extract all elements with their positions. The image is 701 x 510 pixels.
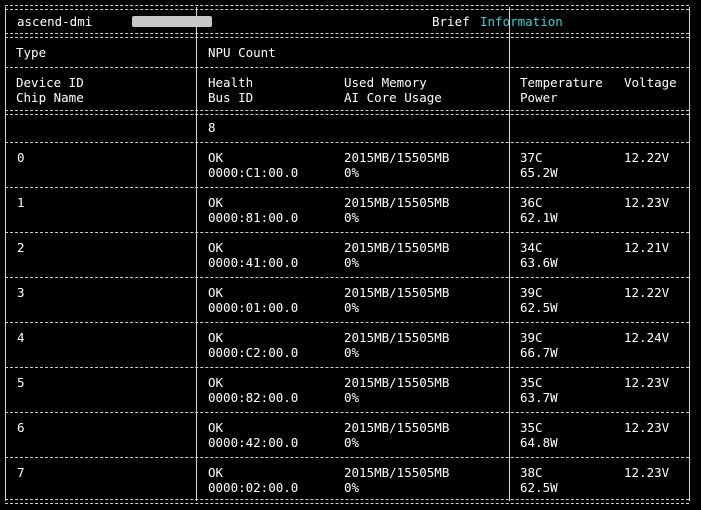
power-header: Power [520,90,558,105]
tool-name: ascend-dmi [17,14,93,29]
device-ai-core: 0% [344,345,360,360]
device-bus-id: 0000:01:00.0 [208,300,299,315]
device-memory: 2015MB/15505MB [344,195,450,210]
terminal-window: ascend-dmi Brief Information Type NPU Co… [0,0,701,510]
ai-core-usage-header: AI Core Usage [344,90,442,105]
device-temp: 36C [520,195,543,210]
device-power: 62.5W [520,300,558,315]
device-voltage: 12.22V [624,150,670,165]
frame-bottom-double-line [5,499,689,504]
device-health: OK [208,465,224,480]
device-id: 1 [17,195,25,210]
header-separator [5,67,689,68]
npu-count-label: NPU Count [208,45,276,60]
device-temp: 35C [520,375,543,390]
row-separator [5,232,689,233]
temperature-header: Temperature [520,75,603,90]
frame-top-double-line [5,5,689,10]
device-voltage: 12.23V [624,375,670,390]
device-memory: 2015MB/15505MB [344,240,450,255]
device-temp: 38C [520,465,543,480]
title-information: Information [480,14,563,29]
frame-right-border [689,7,690,501]
device-memory: 2015MB/15505MB [344,465,450,480]
device-ai-core: 0% [344,255,360,270]
bus-id-header: Bus ID [208,90,254,105]
column-divider-2 [509,7,510,501]
header-double-line [5,33,689,38]
device-voltage: 12.22V [624,285,670,300]
npu-count-value: 8 [208,120,216,135]
title-brief: Brief [432,14,470,29]
device-health: OK [208,375,224,390]
device-ai-core: 0% [344,390,360,405]
device-power: 65.2W [520,165,558,180]
device-id: 2 [17,240,25,255]
device-ai-core: 0% [344,210,360,225]
device-power: 64.8W [520,435,558,450]
device-voltage: 12.23V [624,420,670,435]
device-voltage: 12.21V [624,240,670,255]
device-id: 6 [17,420,25,435]
health-header: Health [208,75,254,90]
device-health: OK [208,240,224,255]
device-ai-core: 0% [344,165,360,180]
chip-name-header: Chip Name [16,90,84,105]
device-ai-core: 0% [344,300,360,315]
row-separator [5,322,689,323]
column-divider-1 [196,7,197,501]
row-separator [5,367,689,368]
device-temp: 39C [520,285,543,300]
row-separator [5,187,689,188]
device-power: 62.1W [520,210,558,225]
device-ai-core: 0% [344,435,360,450]
type-label: Type [16,45,47,60]
row-separator [5,412,689,413]
device-memory: 2015MB/15505MB [344,420,450,435]
redacted-version [132,16,212,27]
device-bus-id: 0000:C1:00.0 [208,165,299,180]
frame-left-border [5,7,6,501]
device-power: 66.7W [520,345,558,360]
device-id: 4 [17,330,25,345]
columns-double-line [5,110,689,115]
device-bus-id: 0000:41:00.0 [208,255,299,270]
voltage-header: Voltage [624,75,677,90]
device-id: 3 [17,285,25,300]
device-bus-id: 0000:81:00.0 [208,210,299,225]
row-separator [5,457,689,458]
device-id: 5 [17,375,25,390]
device-voltage: 12.23V [624,195,670,210]
device-power: 63.6W [520,255,558,270]
device-voltage: 12.24V [624,330,670,345]
device-memory: 2015MB/15505MB [344,150,450,165]
device-health: OK [208,330,224,345]
device-power: 62.5W [520,480,558,495]
device-voltage: 12.23V [624,465,670,480]
device-memory: 2015MB/15505MB [344,285,450,300]
device-temp: 37C [520,150,543,165]
device-bus-id: 0000:42:00.0 [208,435,299,450]
device-temp: 39C [520,330,543,345]
device-health: OK [208,150,224,165]
device-memory: 2015MB/15505MB [344,330,450,345]
device-temp: 34C [520,240,543,255]
device-health: OK [208,420,224,435]
device-id-header: Device ID [16,75,84,90]
device-id: 7 [17,465,25,480]
device-health: OK [208,285,224,300]
row-separator [5,277,689,278]
device-bus-id: 0000:C2:00.0 [208,345,299,360]
device-temp: 35C [520,420,543,435]
row-separator [5,142,689,143]
used-memory-header: Used Memory [344,75,427,90]
device-memory: 2015MB/15505MB [344,375,450,390]
device-id: 0 [17,150,25,165]
device-ai-core: 0% [344,480,360,495]
device-bus-id: 0000:82:00.0 [208,390,299,405]
device-bus-id: 0000:02:00.0 [208,480,299,495]
device-health: OK [208,195,224,210]
device-power: 63.7W [520,390,558,405]
